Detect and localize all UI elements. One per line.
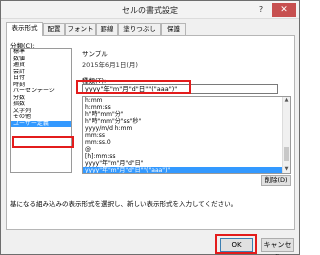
scroll-thumb[interactable] — [284, 147, 289, 161]
delete-button[interactable]: 削除(D) — [261, 175, 291, 186]
type-list-item[interactable]: h:mm:ss — [83, 104, 290, 111]
category-list[interactable]: 標準 数値 通貨 会計 日付 時刻 パーセンテージ 分数 指数 文字列 その他 … — [10, 48, 74, 173]
tab-alignment[interactable]: 配置 — [43, 23, 65, 35]
type-list-item[interactable]: h"時"mm"分"ss"秒" — [83, 118, 290, 125]
type-list-item[interactable]: yyyy/m/d h:mm — [83, 125, 290, 132]
type-list-item[interactable]: h:mm — [83, 97, 290, 104]
format-cells-dialog: セルの書式設定 ? ✕ 表示形式 配置 フォント 罫線 塗りつぶし 保護 分類(… — [0, 0, 300, 255]
ok-highlight-box — [215, 234, 257, 254]
type-list-item[interactable]: @ — [83, 146, 290, 153]
category-item-custom[interactable]: ユーザー定義 — [11, 120, 71, 127]
tab-border[interactable]: 罫線 — [96, 23, 118, 35]
title-bar: セルの書式設定 ? ✕ — [1, 1, 299, 19]
description-text: 基になる組み込みの表示形式を選択し、新しい表示形式を入力してください。 — [10, 200, 238, 208]
type-list-item[interactable]: h"時"mm"分" — [83, 111, 290, 118]
sample-label: サンプル — [82, 50, 108, 58]
close-icon[interactable]: ✕ — [272, 3, 296, 17]
scroll-up-icon[interactable]: ▲ — [283, 97, 290, 104]
tab-protection[interactable]: 保護 — [161, 23, 186, 35]
number-tab-panel: 分類(C): 標準 数値 通貨 会計 日付 時刻 パーセンテージ 分数 指数 文… — [6, 35, 295, 230]
cancel-button[interactable]: キャンセル — [261, 238, 294, 255]
tab-number[interactable]: 表示形式 — [6, 22, 43, 36]
type-list[interactable]: h:mm h:mm:ss h"時"mm"分" h"時"mm"分"ss"秒" yy… — [82, 96, 291, 174]
scroll-down-icon[interactable]: ▼ — [283, 166, 290, 173]
tab-fill[interactable]: 塗りつぶし — [118, 23, 161, 35]
type-highlight-box — [76, 80, 191, 94]
type-list-item[interactable]: [h]:mm:ss — [83, 153, 290, 160]
sample-value: 2015年6月1日(月) — [82, 61, 138, 69]
category-highlight-box — [12, 136, 74, 148]
tab-font[interactable]: フォント — [65, 23, 96, 35]
type-list-item[interactable]: mm:ss — [83, 132, 290, 139]
type-list-item[interactable]: yyyy"年"m"月"d"日" — [83, 160, 290, 167]
help-button[interactable]: ? — [255, 5, 267, 15]
type-list-item-selected[interactable]: yyyy"年"m"月"d"日""("aaa")" — [83, 167, 290, 173]
tab-bar: 表示形式 配置 フォント 罫線 塗りつぶし 保護 — [6, 22, 294, 36]
type-list-item[interactable]: mm:ss.0 — [83, 139, 290, 146]
type-list-scrollbar[interactable]: ▲ ▼ — [282, 97, 290, 173]
